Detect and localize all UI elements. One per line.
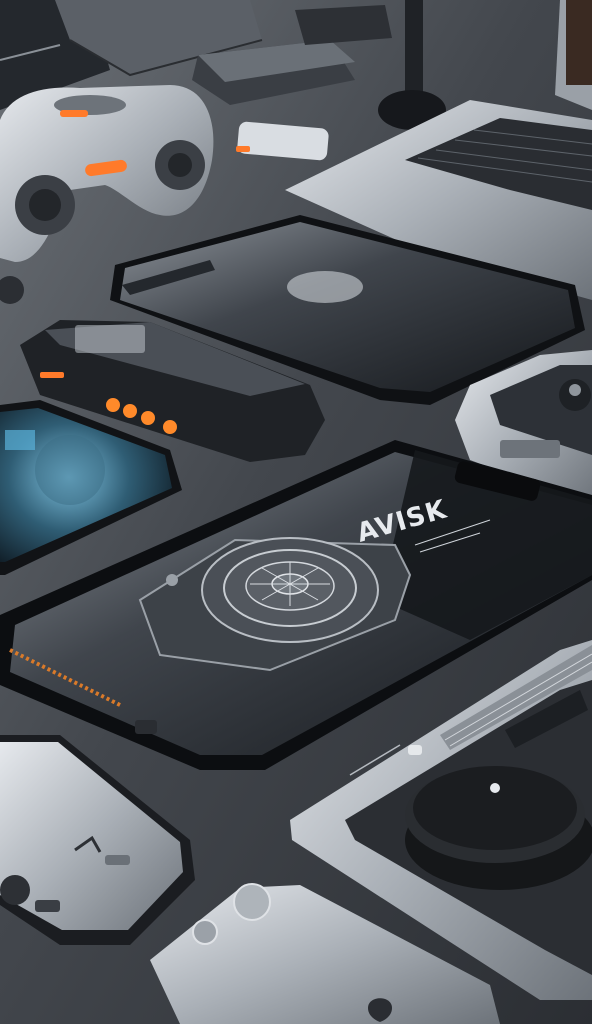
desk-scene: AVISK (0, 0, 592, 1024)
small-box-top (295, 5, 392, 45)
